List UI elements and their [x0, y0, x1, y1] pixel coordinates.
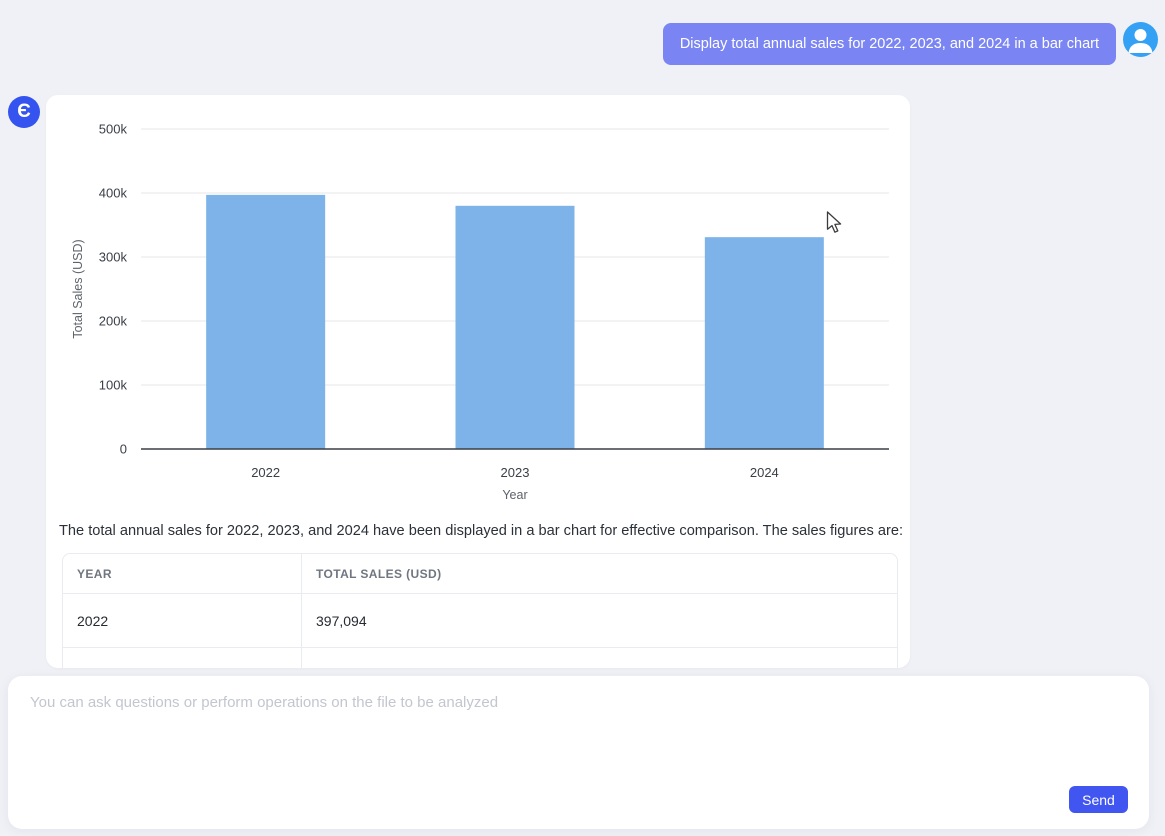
assistant-logo-icon: Є — [8, 96, 40, 128]
y-tick-label: 200k — [99, 314, 128, 329]
y-tick-label: 100k — [99, 378, 128, 393]
table-cell: 397,094 — [301, 594, 897, 648]
sales-table-body: 2022397,094 — [63, 594, 897, 668]
composer-panel: Send — [8, 676, 1149, 829]
x-tick-label: 2023 — [501, 465, 530, 480]
table-cell — [63, 648, 301, 668]
table-cell: 2022 — [63, 594, 301, 648]
bar-2023 — [456, 206, 575, 449]
table-header-row: YEARTOTAL SALES (USD) — [63, 554, 897, 594]
x-tick-label: 2024 — [750, 465, 779, 480]
table-row — [63, 648, 897, 668]
sales-table: YEARTOTAL SALES (USD) 2022397,094 — [62, 553, 898, 668]
column-header: YEAR — [63, 554, 301, 594]
user-avatar[interactable] — [1123, 22, 1158, 57]
chat-input[interactable] — [8, 676, 1149, 786]
column-header: TOTAL SALES (USD) — [301, 554, 897, 594]
y-axis-title: Total Sales (USD) — [71, 239, 85, 338]
x-axis-title: Year — [502, 488, 527, 502]
assistant-answer-card: 0 100k 200k 300k 400k 500k 2022 2023 2024 Year Tot… — [46, 95, 910, 668]
sales-table-header: YEARTOTAL SALES (USD) — [63, 554, 897, 594]
send-button[interactable]: Send — [1069, 786, 1128, 813]
mouse-cursor-icon — [826, 211, 844, 235]
bar-2024 — [705, 237, 824, 449]
y-tick-label: 400k — [99, 186, 128, 201]
y-tick-label: 0 — [120, 442, 127, 457]
assistant-summary-text: The total annual sales for 2022, 2023, a… — [59, 521, 903, 541]
table-row: 2022397,094 — [63, 594, 897, 648]
y-tick-label: 500k — [99, 122, 128, 137]
bar-2022 — [206, 195, 325, 449]
table-cell — [301, 648, 897, 668]
user-person-icon — [1123, 22, 1158, 57]
x-tick-label: 2022 — [251, 465, 280, 480]
user-message-bubble: Display total annual sales for 2022, 202… — [663, 23, 1116, 65]
y-tick-label: 300k — [99, 250, 128, 265]
sales-bar-chart: 0 100k 200k 300k 400k 500k 2022 2023 2024 Year Tot… — [46, 95, 910, 509]
